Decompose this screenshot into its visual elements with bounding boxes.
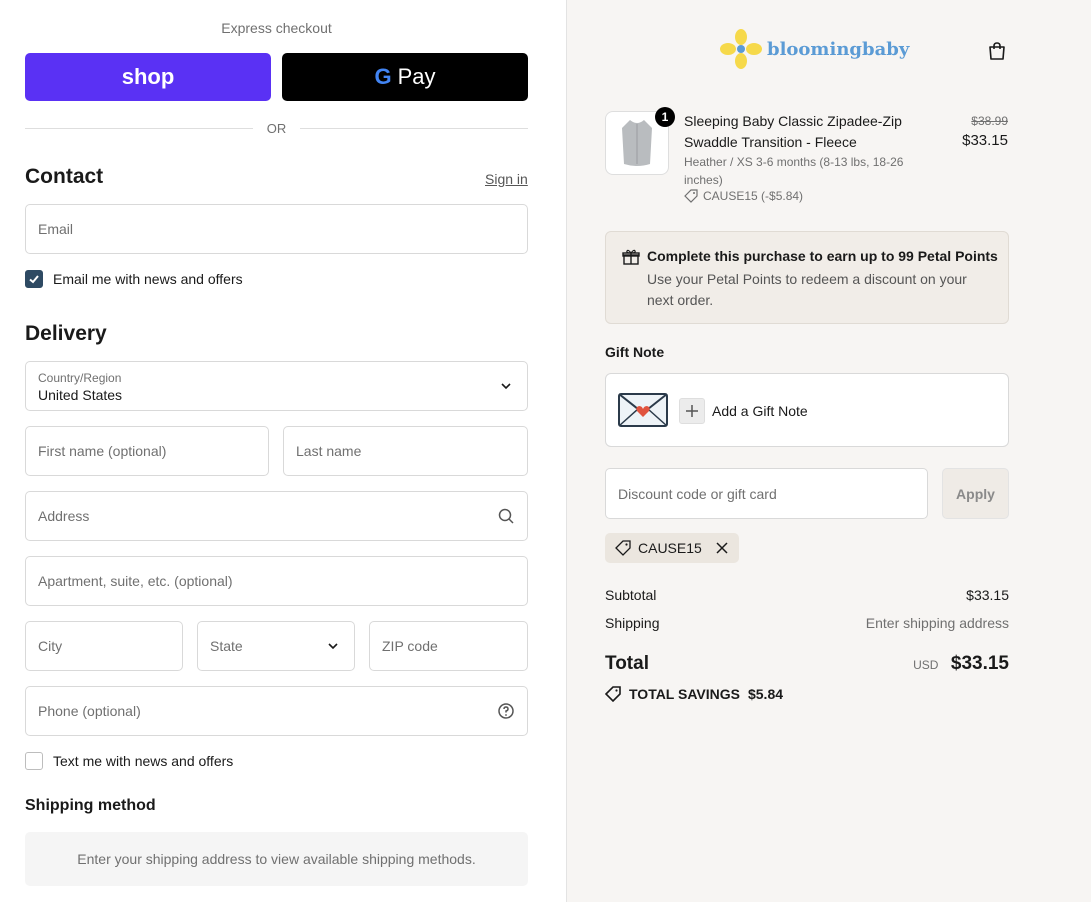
zip-placeholder: ZIP code: [382, 638, 438, 654]
quantity-badge: 1: [655, 107, 675, 127]
brand-name: bloomingbaby: [767, 38, 910, 60]
zip-field[interactable]: ZIP code: [369, 621, 528, 671]
email-field[interactable]: Email: [25, 204, 528, 254]
total-label: Total: [605, 653, 649, 674]
total-row: Total USD $33.15: [605, 653, 1009, 675]
address-field[interactable]: Address: [25, 491, 528, 541]
text-news-checkbox[interactable]: [25, 752, 43, 770]
apartment-field[interactable]: Apartment, suite, etc. (optional): [25, 556, 528, 606]
total-savings-label: TOTAL SAVINGS: [629, 686, 740, 702]
product-name: Sleeping Baby Classic Zipadee-Zip Swaddl…: [684, 113, 902, 150]
email-placeholder: Email: [38, 221, 74, 237]
last-name-placeholder: Last name: [296, 443, 362, 459]
google-pay-button[interactable]: G Pay: [282, 53, 528, 101]
checkout-form-panel: Express checkout shop G Pay OR Contact S…: [0, 0, 567, 902]
state-placeholder: State: [210, 638, 243, 654]
applied-discount-chip: CAUSE15: [605, 533, 739, 563]
product-discount-text: CAUSE15 (-$5.84): [703, 189, 804, 203]
total-value: $33.15: [950, 653, 1009, 674]
tag-icon: [615, 540, 631, 556]
shop-pay-button[interactable]: shop: [25, 53, 271, 101]
divider-line: [25, 127, 253, 129]
tag-icon: [684, 189, 698, 203]
express-checkout-label: Express checkout: [221, 20, 332, 36]
shipping-value: Enter shipping address: [865, 615, 1009, 631]
or-label: OR: [266, 120, 287, 136]
sign-in-link[interactable]: Sign in: [485, 171, 528, 187]
last-name-field[interactable]: Last name: [283, 426, 528, 476]
check-icon: [29, 275, 39, 284]
tag-icon: [605, 686, 621, 702]
bag-icon[interactable]: [986, 40, 1008, 62]
phone-placeholder: Phone (optional): [38, 703, 141, 719]
help-icon[interactable]: [497, 702, 515, 720]
gift-note-box[interactable]: Add a Gift Note: [605, 373, 1009, 447]
applied-discount-code: CAUSE15: [638, 540, 702, 556]
shipping-label: Shipping: [605, 615, 660, 631]
product-variant: Heather / XS 3-6 months (8-13 lbs, 18-26…: [684, 155, 904, 187]
plus-icon: [686, 405, 698, 417]
country-label: Country/Region: [38, 371, 122, 385]
flower-logo-icon: [720, 29, 762, 69]
total-savings-row: TOTAL SAVINGS $5.84: [605, 686, 783, 702]
subtotal-row: Subtotal $33.15: [605, 587, 1009, 603]
contact-heading: Contact: [25, 165, 104, 188]
google-g-icon: G: [374, 64, 392, 89]
total-savings-value: $5.84: [747, 686, 784, 702]
discount-code-placeholder: Discount code or gift card: [618, 485, 777, 502]
city-placeholder: City: [38, 638, 63, 654]
currency-code: USD: [913, 658, 939, 672]
phone-field[interactable]: Phone (optional): [25, 686, 528, 736]
sale-price: $33.15: [962, 132, 1008, 149]
petal-points-body: Use your Petal Points to redeem a discou…: [647, 271, 967, 308]
text-news-label: Text me with news and offers: [53, 753, 234, 769]
email-news-checkbox-row[interactable]: Email me with news and offers: [25, 270, 243, 288]
shop-pay-label: shop: [121, 64, 175, 89]
swaddle-image: [622, 120, 652, 166]
address-placeholder: Address: [38, 508, 90, 524]
first-name-field[interactable]: First name (optional): [25, 426, 269, 476]
divider-line: [300, 127, 528, 129]
city-field[interactable]: City: [25, 621, 183, 671]
petal-points-title: Complete this purchase to earn up to 99 …: [647, 248, 998, 264]
discount-code-input[interactable]: Discount code or gift card: [605, 468, 928, 519]
or-divider: OR: [25, 119, 528, 137]
google-pay-label: Pay: [397, 64, 436, 89]
chevron-down-icon: [328, 643, 338, 650]
brand-logo[interactable]: bloomingbaby: [719, 28, 909, 70]
envelope-icon: [618, 393, 668, 427]
search-icon: [498, 508, 514, 524]
subtotal-value: $33.15: [966, 587, 1009, 603]
close-icon[interactable]: [715, 541, 729, 555]
add-gift-note-button[interactable]: [679, 398, 705, 424]
petal-points-banner: Complete this purchase to earn up to 99 …: [605, 231, 1009, 324]
apply-discount-button[interactable]: Apply: [942, 468, 1009, 519]
product-discount: CAUSE15 (-$5.84): [684, 189, 803, 203]
state-select[interactable]: State: [197, 621, 355, 671]
add-gift-note-label[interactable]: Add a Gift Note: [712, 403, 808, 419]
chevron-down-icon: [501, 383, 511, 390]
original-price: $38.99: [971, 114, 1008, 128]
subtotal-label: Subtotal: [605, 587, 657, 603]
delivery-heading: Delivery: [25, 322, 107, 345]
text-news-checkbox-row[interactable]: Text me with news and offers: [25, 752, 233, 770]
country-value: United States: [38, 387, 123, 403]
shipping-method-text: Enter your shipping address to view avai…: [77, 851, 476, 867]
shipping-method-message: Enter your shipping address to view avai…: [25, 832, 528, 886]
shipping-method-heading: Shipping method: [25, 797, 156, 814]
country-select[interactable]: Country/Region United States: [25, 361, 528, 411]
gift-note-heading: Gift Note: [605, 344, 665, 360]
shipping-row: Shipping Enter shipping address: [605, 615, 1009, 631]
email-news-label: Email me with news and offers: [53, 271, 243, 287]
gift-icon: [622, 249, 640, 265]
email-news-checkbox[interactable]: [25, 270, 43, 288]
first-name-placeholder: First name (optional): [38, 443, 167, 459]
apartment-placeholder: Apartment, suite, etc. (optional): [38, 573, 233, 589]
